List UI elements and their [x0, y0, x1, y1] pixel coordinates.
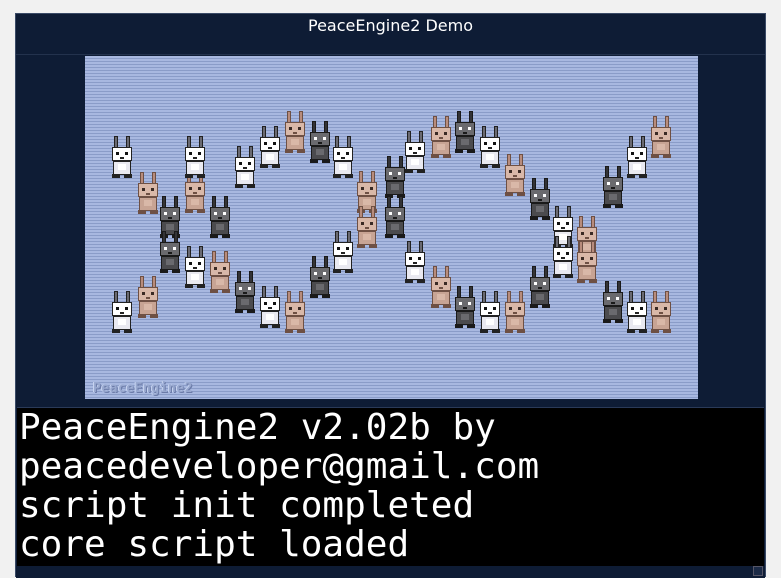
bunny-sprite [455, 286, 475, 328]
engine-watermark: PeaceEngine2 [93, 381, 193, 396]
bunny-sprite [235, 271, 255, 313]
bunny-sprite [285, 291, 305, 333]
bunny-sprite [455, 111, 475, 153]
bunny-sprite [530, 266, 550, 308]
bunny-sprite [505, 154, 525, 196]
bunny-sprite [112, 136, 132, 178]
bunny-sprite [138, 172, 158, 214]
bunny-sprite [210, 196, 230, 238]
console-line: core script loaded [19, 524, 410, 565]
bunny-sprite [627, 291, 647, 333]
resize-grip-icon[interactable] [753, 566, 763, 576]
bunny-sprite [385, 196, 405, 238]
bunny-sprite [260, 286, 280, 328]
bunny-sprite [405, 241, 425, 283]
bunny-sprite [333, 231, 353, 273]
canvas-bottom-border [16, 399, 765, 407]
bunny-sprite [285, 111, 305, 153]
bunny-sprite [138, 276, 158, 318]
sprite-layer [112, 111, 671, 333]
bunny-sprite [210, 251, 230, 293]
console-line: PeaceEngine2 v2.02b by [19, 407, 496, 448]
bunny-sprite [405, 131, 425, 173]
bunny-sprite [160, 231, 180, 273]
bunny-sprite [603, 281, 623, 323]
bunny-sprite [530, 178, 550, 220]
bunny-sprite [310, 121, 330, 163]
window-title: PeaceEngine2 Demo [16, 14, 765, 55]
console-line: script init completed [19, 485, 475, 526]
bunny-sprite [235, 146, 255, 188]
window-bottom-border [16, 566, 765, 578]
console-output: PeaceEngine2 v2.02b by peacedeveloper@gm… [17, 407, 764, 567]
bunny-sprite [310, 256, 330, 298]
bunny-sprite [627, 136, 647, 178]
bunny-sprite [505, 291, 525, 333]
bunny-sprite [260, 126, 280, 168]
bunny-sprite [185, 246, 205, 288]
console-line: peacedeveloper@gmail.com [19, 446, 540, 487]
bunny-sprite [357, 206, 377, 248]
bunny-sprite [480, 291, 500, 333]
bunny-sprite [651, 291, 671, 333]
bunny-sprite [385, 156, 405, 198]
bunny-sprite [651, 116, 671, 158]
bunny-sprite [431, 266, 451, 308]
game-canvas[interactable]: PeaceEngine2 [85, 56, 698, 399]
bunny-sprite [480, 126, 500, 168]
bunny-sprite [603, 166, 623, 208]
bunny-sprite [112, 291, 132, 333]
app-window: PeaceEngine2 Demo PeaceEngine2 PeaceEngi… [15, 13, 766, 578]
bunny-sprite [431, 116, 451, 158]
bunny-sprite [333, 136, 353, 178]
bunny-sprite [185, 136, 205, 178]
